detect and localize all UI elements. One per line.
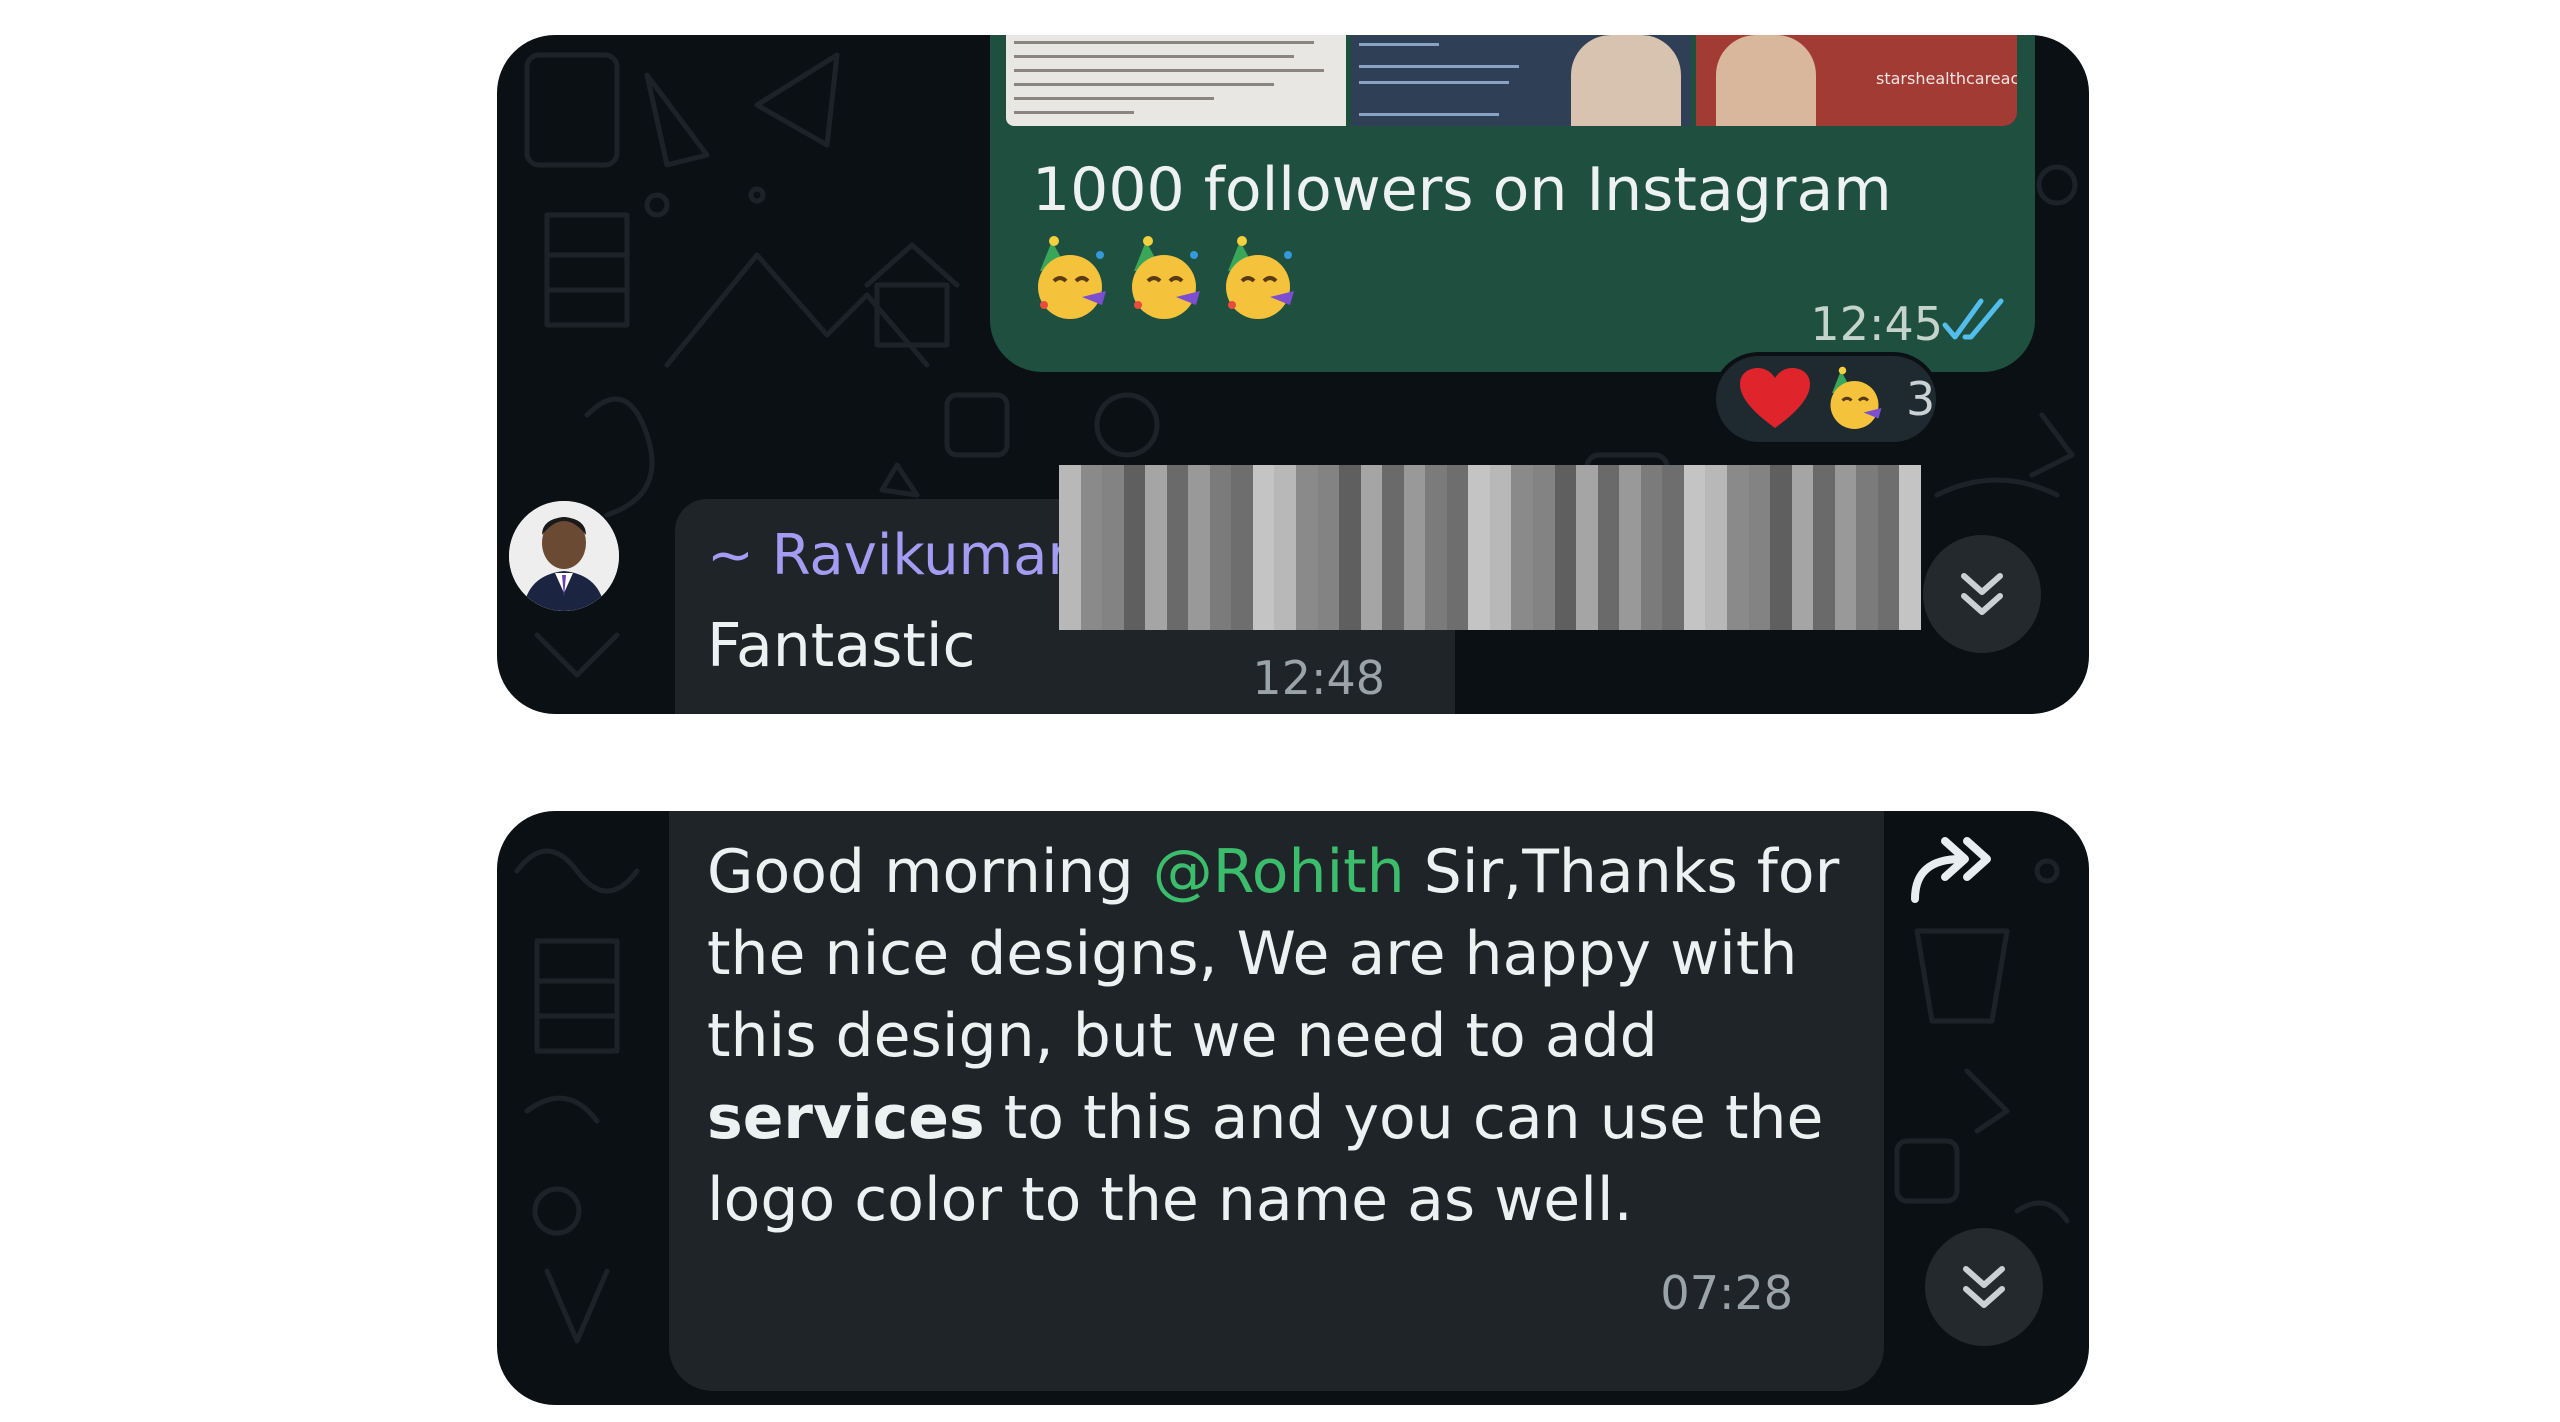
party-face-emoji — [1226, 236, 1294, 319]
image-thumbnail-document — [1006, 35, 1346, 126]
message-text: Good morning @Rohith Sir,Thanks for the … — [707, 831, 1857, 1241]
message-timestamp: 12:48 — [1252, 651, 1385, 705]
outgoing-message-bubble[interactable]: starshealthcareacademy.com 1000 follower… — [990, 35, 2035, 372]
avatar-photo — [509, 501, 619, 611]
sender-name[interactable]: ~ Ravikumar — [707, 523, 1071, 588]
bold-text: services — [707, 1083, 985, 1153]
scroll-to-bottom-button[interactable] — [1923, 535, 2041, 653]
image-thumbnail-website: starshealthcareacademy.com — [1696, 35, 2017, 126]
double-chevron-down-icon — [1961, 573, 2003, 615]
double-chevron-down-icon — [1963, 1266, 2005, 1308]
read-receipt-icon — [1942, 298, 2004, 340]
emoji-row — [1030, 235, 1302, 323]
party-face-emoji — [1132, 236, 1200, 319]
message-text: 1000 followers on Instagram — [1032, 155, 1892, 225]
message-text: Fantastic — [707, 611, 976, 681]
shared-image-preview[interactable]: starshealthcareacademy.com — [1006, 35, 2017, 126]
user-mention[interactable]: @Rohith — [1153, 837, 1405, 907]
scroll-to-bottom-button[interactable] — [1925, 1228, 2043, 1346]
website-url-text: starshealthcareacademy.com — [1876, 69, 2017, 88]
reaction-count: 3 — [1906, 372, 1936, 426]
message-timestamp: 07:28 — [1660, 1266, 1793, 1320]
chat-screenshot-top: starshealthcareacademy.com 1000 follower… — [497, 35, 2089, 714]
message-reactions[interactable]: 3 — [1712, 352, 1940, 446]
party-face-emoji — [1830, 366, 1882, 429]
message-timestamp: 12:45 — [1810, 297, 1943, 351]
avatar[interactable] — [509, 501, 619, 611]
heart-icon — [1740, 368, 1810, 428]
redacted-phone-number — [1059, 465, 1921, 630]
image-thumbnail-courses — [1351, 35, 1691, 126]
forward-icon[interactable] — [1909, 829, 2001, 911]
message-text-start: Good morning — [707, 837, 1153, 907]
party-face-emoji — [1038, 236, 1106, 319]
chat-screenshot-bottom: Good morning @Rohith Sir,Thanks for the … — [497, 811, 2089, 1405]
